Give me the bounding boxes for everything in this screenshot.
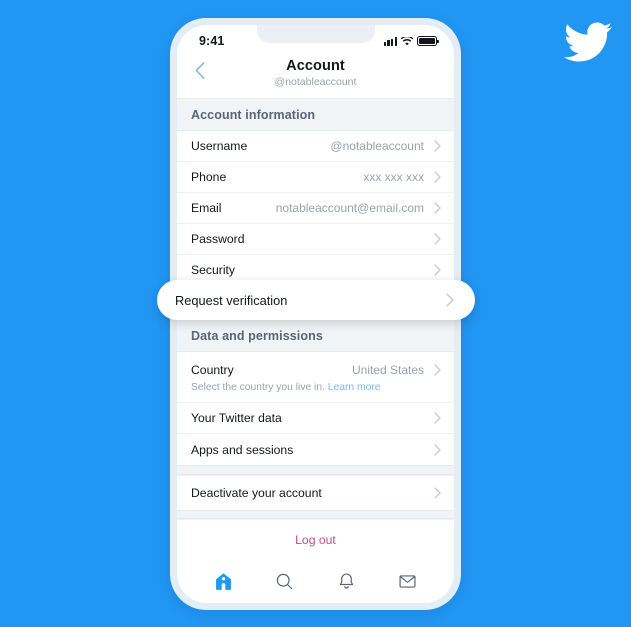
back-button[interactable]: [190, 59, 210, 81]
row-value: United States: [351, 363, 424, 377]
row-apps-and-sessions[interactable]: Apps and sessions: [177, 434, 454, 465]
row-username[interactable]: Username @notableaccount: [177, 131, 454, 162]
row-label: Username: [191, 139, 248, 153]
logout-button[interactable]: Log out: [295, 533, 336, 547]
row-phone[interactable]: Phone xxx xxx xxx: [177, 162, 454, 193]
status-bar: 9:41: [177, 25, 454, 53]
country-hint-text: Select the country you live in.: [191, 382, 328, 393]
chevron-right-icon: [433, 263, 442, 277]
country-hint: Select the country you live in. Learn mo…: [177, 382, 454, 403]
chevron-right-icon: [433, 201, 442, 215]
chevron-right-icon: [433, 170, 442, 184]
row-deactivate-account[interactable]: Deactivate your account: [177, 476, 454, 510]
tab-search[interactable]: [272, 569, 298, 593]
deactivate-block: Deactivate your account: [177, 475, 454, 510]
row-value: @notableaccount: [330, 139, 424, 153]
envelope-icon: [399, 574, 416, 588]
chevron-right-icon: [444, 292, 455, 308]
chevron-right-icon: [433, 411, 442, 425]
chevron-right-icon: [433, 363, 442, 377]
request-verification-highlight[interactable]: Request verification: [157, 280, 475, 320]
data-and-permissions-rows: Country United States Select the country…: [177, 352, 454, 465]
request-verification-label: Request verification: [175, 292, 288, 308]
page-title: Account: [286, 58, 345, 74]
row-label: Apps and sessions: [191, 442, 294, 457]
section-header-data-and-permissions: Data and permissions: [177, 320, 454, 352]
chevron-right-icon: [433, 486, 442, 500]
tab-notifications[interactable]: [333, 569, 359, 593]
row-label: Your Twitter data: [191, 411, 282, 425]
row-your-twitter-data[interactable]: Your Twitter data: [177, 403, 454, 434]
tab-messages[interactable]: [394, 569, 420, 593]
status-time: 9:41: [199, 34, 225, 48]
tab-home[interactable]: [211, 569, 237, 593]
twitter-bird-icon: [564, 22, 613, 62]
learn-more-link[interactable]: Learn more: [328, 382, 381, 393]
row-country[interactable]: Country United States: [177, 352, 454, 383]
row-email[interactable]: Email notableaccount@email.com: [177, 193, 454, 224]
settings-scroll-area[interactable]: Account information Username @notableacc…: [177, 99, 454, 561]
status-icons: [383, 36, 439, 46]
chevron-right-icon: [433, 139, 442, 153]
row-label: Security: [191, 263, 236, 277]
logout-block: Log out: [177, 519, 454, 558]
wifi-icon: [401, 36, 413, 46]
chevron-right-icon: [433, 232, 442, 246]
nav-header: Account @notableaccount: [177, 53, 454, 99]
bell-icon: [339, 572, 353, 589]
row-label: Country: [191, 363, 234, 377]
section-divider: [177, 465, 454, 475]
battery-full-icon: [417, 36, 439, 46]
twitter-logo: [561, 18, 615, 66]
page-subtitle: @notableaccount: [274, 76, 357, 88]
row-value: notableaccount@email.com: [275, 201, 424, 215]
section-header-account-information: Account information: [177, 99, 454, 131]
row-label: Deactivate your account: [191, 486, 322, 500]
row-label: Phone: [191, 170, 227, 184]
home-icon: [216, 572, 232, 590]
row-label: Password: [191, 232, 245, 246]
tab-bar: [177, 561, 454, 603]
nav-titles: Account @notableaccount: [177, 57, 454, 89]
cellular-signal-icon: [383, 36, 397, 46]
chevron-right-icon: [433, 443, 442, 457]
chevron-left-icon: [195, 61, 205, 79]
row-value: xxx xxx xxx: [363, 170, 424, 184]
row-label: Email: [191, 201, 222, 215]
search-icon: [277, 573, 293, 589]
row-password[interactable]: Password: [177, 224, 454, 255]
section-divider-2: [177, 510, 454, 519]
